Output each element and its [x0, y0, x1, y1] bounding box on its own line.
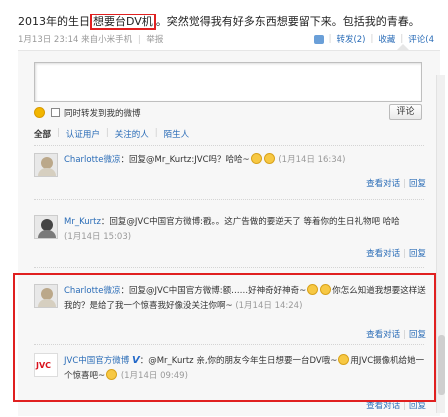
- filter-separator: |: [57, 128, 60, 138]
- comment-item: Mr_Kurtz：回复@JVC中国官方微博:戳。。这广告做的要逆天了 等着你的生…: [34, 215, 426, 259]
- post-text-after: 。突然觉得我有好多东西想要留下来。包括我的青春。: [155, 15, 420, 28]
- comment-body: Mr_Kurtz：回复@JVC中国官方微博:戳。。这广告做的要逆天了 等着你的生…: [64, 215, 426, 245]
- forward-link[interactable]: 转发(2): [336, 33, 365, 45]
- comment-actions: 查看对话 | 回复: [366, 247, 426, 259]
- view-conversation-link[interactable]: 查看对话: [366, 179, 400, 189]
- scrollbar-thumb[interactable]: [438, 335, 445, 395]
- filter-separator: |: [105, 128, 109, 138]
- filter-separator: |: [154, 128, 158, 138]
- comment-link[interactable]: 评论(4: [408, 33, 434, 45]
- meta-separator: |: [137, 35, 141, 45]
- post-text: 2013年的生日 想要台DV机 。突然觉得我有好多东西想要留下来。包括我的青春。: [18, 14, 443, 30]
- smiley-icon[interactable]: [34, 107, 45, 118]
- divider: [34, 267, 424, 268]
- comment-author[interactable]: Mr_Kurtz: [64, 217, 101, 227]
- action-separator: |: [400, 34, 404, 44]
- also-forward-checkbox[interactable]: [51, 108, 60, 117]
- scroll-down-arrow-icon[interactable]: [438, 405, 445, 413]
- post-source[interactable]: 来自小米手机: [81, 35, 132, 45]
- filter-following[interactable]: 关注的人: [115, 128, 149, 140]
- comment-time: (1月14日 15:03): [64, 232, 132, 242]
- action-separator: |: [370, 34, 374, 44]
- thumbs-up-icon[interactable]: [313, 34, 324, 44]
- avatar[interactable]: [34, 153, 58, 177]
- action-separator: |: [403, 249, 406, 259]
- comment-actions: 查看对话 | 回复: [366, 177, 426, 189]
- divider: [34, 145, 424, 146]
- view-conversation-link[interactable]: 查看对话: [366, 401, 400, 411]
- action-separator: |: [403, 179, 406, 189]
- favorite-link[interactable]: 收藏: [378, 33, 395, 45]
- highlight-box: [13, 273, 436, 402]
- smiley-icon: [250, 153, 262, 164]
- comment-body: Charlotte微凉：回复@Mr_Kurtz:JVC吗？哈哈~ (1月14日 …: [64, 153, 426, 168]
- comment-text: ：回复@JVC中国官方微博:戳。。这广告做的要逆天了 等着你的生日礼物吧 哈哈: [100, 217, 400, 227]
- filter-verified[interactable]: 认证用户: [66, 128, 100, 140]
- weibo-post-screenshot: 2013年的生日 想要台DV机 。突然觉得我有好多东西想要留下来。包括我的青春。 1…: [0, 0, 448, 417]
- action-separator: |: [403, 401, 406, 411]
- smiley-icon: [263, 153, 275, 164]
- scrollbar[interactable]: [436, 75, 445, 413]
- post-text-before: 2013年的生日: [18, 15, 90, 28]
- report-link[interactable]: 举报: [146, 35, 163, 45]
- view-conversation-link[interactable]: 查看对话: [366, 249, 400, 259]
- reply-link[interactable]: 回复: [409, 179, 426, 189]
- reply-link[interactable]: 回复: [409, 249, 426, 259]
- filter-all[interactable]: 全部: [34, 128, 51, 140]
- filter-strangers[interactable]: 陌生人: [164, 128, 190, 140]
- post-time[interactable]: 1月13日 23:14: [18, 35, 78, 45]
- post-actions: | 转发(2) | 收藏 | 评论(4: [313, 33, 434, 45]
- avatar[interactable]: [34, 215, 58, 239]
- post-text-highlight: 想要台DV机: [90, 14, 156, 30]
- comment-time: (1月14日 16:34): [278, 155, 346, 165]
- comment-author[interactable]: Charlotte微凉: [64, 155, 120, 165]
- comment-item: Charlotte微凉：回复@Mr_Kurtz:JVC吗？哈哈~ (1月14日 …: [34, 153, 426, 193]
- divider: [34, 199, 424, 200]
- scroll-up-arrow-icon[interactable]: [438, 75, 445, 83]
- submit-comment-button[interactable]: 评论: [389, 104, 422, 120]
- comment-input[interactable]: [34, 62, 422, 102]
- action-separator: |: [328, 34, 332, 44]
- comment-filters: 全部 | 认证用户 | 关注的人 | 陌生人: [34, 128, 189, 140]
- post-meta: 1月13日 23:14 来自小米手机 | 举报: [18, 33, 163, 45]
- also-forward-label: 同时转发到我的微博: [64, 109, 141, 119]
- reply-link[interactable]: 回复: [409, 401, 426, 411]
- comment-text: ：回复@Mr_Kurtz:JVC吗？哈哈~: [120, 155, 250, 165]
